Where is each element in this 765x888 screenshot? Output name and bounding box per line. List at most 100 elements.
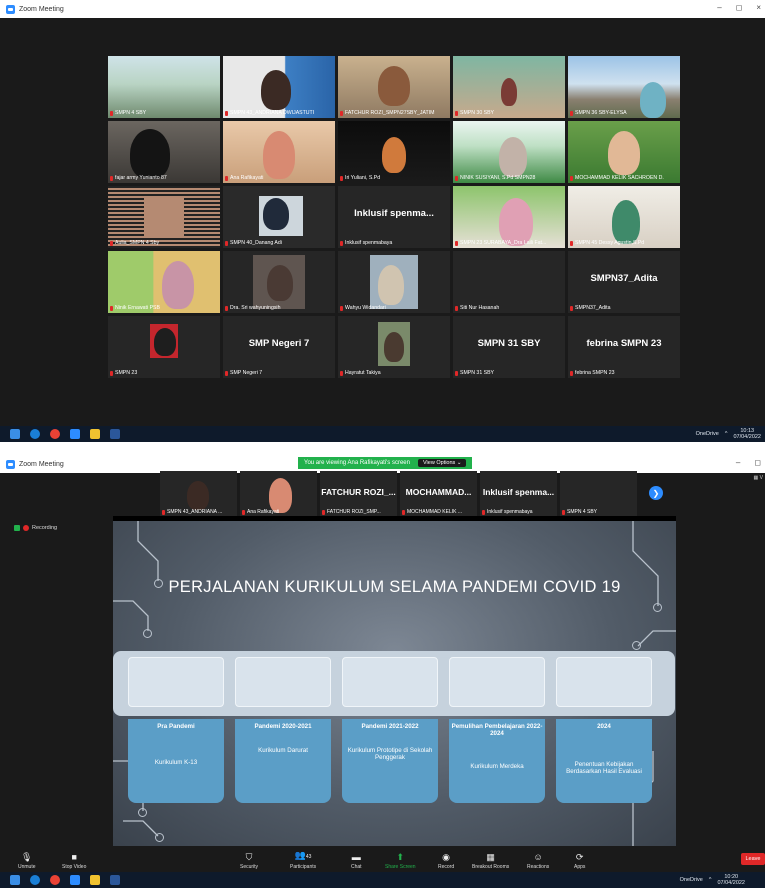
participant-figure [130,129,170,179]
participant-display-name: Inklusif spenma... [482,487,555,497]
maximize-button[interactable]: ◻ [754,458,761,467]
gallery-tile[interactable]: SMPN37_Adita SMPN37_Adita [568,251,680,313]
mic-muted-icon [340,240,343,246]
file-explorer-icon[interactable] [90,429,100,439]
participant-name-label: SMPN37_Adita [570,305,678,311]
view-button[interactable]: ▦ V [754,475,763,481]
stop-video-button[interactable]: ■ Stop Video [62,852,86,870]
gallery-tile[interactable]: Inklusif spenma... Inklusif spenmabaya [338,186,450,248]
strip-tile[interactable]: SMPN 4 SBY [560,471,637,517]
security-button[interactable]: ⛉ Security [240,852,258,870]
mic-muted-icon [570,240,573,246]
mic-muted-icon: 🎙 [21,852,33,862]
zoom-app-icon[interactable] [70,875,80,885]
strip-tile[interactable]: Inklusif spenma... Inklusif spenmabaya [480,471,557,517]
gallery-tile[interactable]: SMPN 45 Dessy Agustin,S.Pd [568,186,680,248]
file-explorer-icon[interactable] [90,875,100,885]
participant-name-label: SMPN 43_ANDRIANA DWIJASTUTI [225,110,333,116]
participant-name-label: SMPN 4 SBY [110,110,218,116]
gallery-tile[interactable]: SMPN 23 [108,316,220,378]
clock[interactable]: 10:13 07/04/2022 [733,428,761,440]
gallery-tile[interactable]: SMPN 30 SBY [453,56,565,118]
participant-figure [378,66,410,106]
window-controls: – ◻ × [717,3,761,12]
mic-muted-icon [322,509,325,515]
gallery-tile[interactable]: Ninik Ernawati PSB [108,251,220,313]
windows-start-icon[interactable] [10,429,20,439]
gallery-tile[interactable]: febrina SMPN 23 febrina SMPN 23 [568,316,680,378]
video-feed [108,56,220,118]
gallery-tile[interactable]: SMPN 23 SURABAYA_Dra Laili Fat... [453,186,565,248]
strip-tile[interactable]: FATCHUR ROZI_... FATCHUR ROZI_SMP... [320,471,397,517]
participant-name: Dra. Sri wahyuningsih [230,305,281,311]
onedrive-label[interactable]: OneDrive [696,431,719,437]
close-button[interactable]: × [756,3,761,12]
chevron-up-icon[interactable]: ^ [725,431,728,437]
mic-muted-icon [455,240,458,246]
participants-button[interactable]: 👥43 Participants [290,850,316,870]
minimize-button[interactable]: – [736,458,740,467]
gallery-tile[interactable]: fajar army Yunianto 87 [108,121,220,183]
participant-name: Inklusif spenmabaya [487,509,533,515]
mic-muted-icon [455,110,458,116]
gallery-tile[interactable]: SMP Negeri 7 SMP Negeri 7 [223,316,335,378]
clock[interactable]: 10:20 07/04/2022 [717,874,745,886]
timeline-placeholder-box [556,657,652,707]
participant-name: Ninik Ernawati PSB [115,305,160,311]
timeline-card-heading: Pandemi 2020-2021 [254,723,312,730]
zoom-app-icon[interactable] [70,429,80,439]
gallery-tile[interactable]: Aulia_SMPN 4 Sby [108,186,220,248]
record-button[interactable]: ◉ Record [438,852,454,870]
mic-muted-icon [570,370,573,376]
timeline-card-body: Kurikulum Darurat [258,747,308,754]
edge-browser-icon[interactable] [30,429,40,439]
apps-button[interactable]: ⟳ Apps [574,852,585,870]
gallery-tile[interactable]: SMPN 31 SBY SMPN 31 SBY [453,316,565,378]
gallery-tile[interactable]: Siti Nur Hasanah [453,251,565,313]
strip-tile[interactable]: Ana Rafikayati [240,471,317,517]
share-screen-button[interactable]: ⬆ Share Screen [385,852,416,870]
gallery-tile[interactable]: Dra. Sri wahyuningsih [223,251,335,313]
leave-button[interactable]: Leave [741,853,765,865]
breakout-label: Breakout Rooms [472,864,510,870]
gallery-tile[interactable]: SMPN 43_ANDRIANA DWIJASTUTI [223,56,335,118]
edge-browser-icon[interactable] [30,875,40,885]
breakout-rooms-icon: ▦ [486,852,495,862]
next-page-button[interactable]: ❯ [649,486,663,500]
onedrive-label[interactable]: OneDrive [680,877,703,883]
word-app-icon[interactable] [110,429,120,439]
video-feed [453,251,565,313]
gallery-tile[interactable]: Ana Rafikayati [223,121,335,183]
minimize-button[interactable]: – [717,3,721,12]
windows-start-icon[interactable] [10,875,20,885]
gallery-tile[interactable]: SMPN 40_Danang Adi [223,186,335,248]
participant-name-label: FATCHUR ROZI_SMP... [322,509,395,515]
chevron-up-icon[interactable]: ^ [709,877,712,883]
participant-name-label: SMPN 30 SBY [455,110,563,116]
chat-label: Chat [351,864,362,870]
reactions-button[interactable]: ☺ Reactions [527,852,549,870]
gallery-tile[interactable]: SMPN 4 SBY [108,56,220,118]
strip-tile[interactable]: SMPN 43_ANDRIANA ... [160,471,237,517]
gallery-tile[interactable]: SMPN 36 SBY-ELYSA [568,56,680,118]
participant-figure [261,70,291,110]
maximize-button[interactable]: ◻ [736,3,743,12]
security-label: Security [240,864,259,870]
unmute-button[interactable]: 🎙 Unmute [18,852,36,870]
gallery-tile[interactable]: Hayratut Takiya [338,316,450,378]
gallery-tile[interactable]: Iri Yuliani, S.Pd [338,121,450,183]
strip-tile[interactable]: MOCHAMMAD... MOCHAMMAD KELIK ... [400,471,477,517]
chrome-browser-icon[interactable] [50,875,60,885]
gallery-tile[interactable]: Wahyu Widandari [338,251,450,313]
gallery-tile[interactable]: FATCHUR ROZI_SMPN27SBY_JATIM [338,56,450,118]
chat-button[interactable]: ▬ Chat [351,852,362,870]
view-options-button[interactable]: View Options ⌄ [417,459,467,467]
share-screen-icon: ⬆ [396,852,405,862]
apps-icon: ⟳ [575,852,584,862]
gallery-tile[interactable]: NINIK SUSIYANI, S.Pd SMPN28 [453,121,565,183]
word-app-icon[interactable] [110,875,120,885]
chrome-browser-icon[interactable] [50,429,60,439]
breakout-rooms-button[interactable]: ▦ Breakout Rooms [472,852,509,870]
gallery-tile[interactable]: MOCHAMMAD KELIK SACHROEN D. [568,121,680,183]
participant-name-label: Ninik Ernawati PSB [110,305,218,311]
